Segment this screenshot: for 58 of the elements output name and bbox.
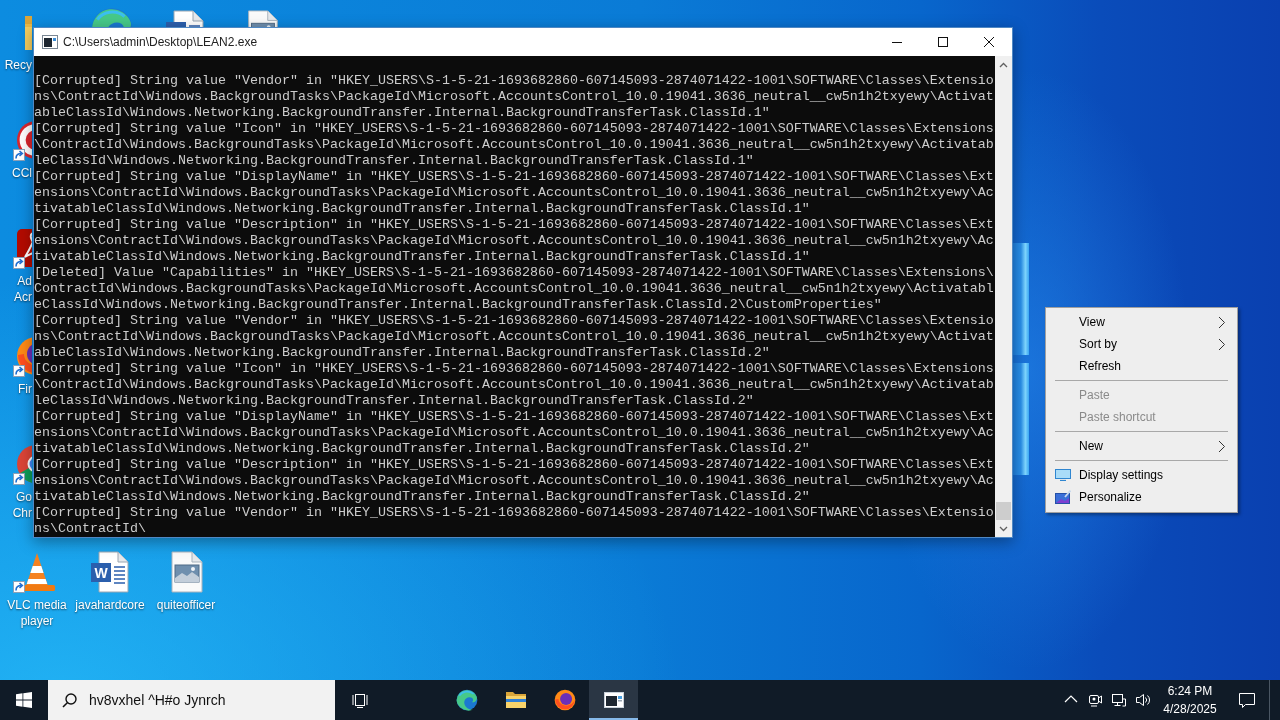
monitor-icon [1055,469,1071,481]
console-line: ableClassId\Windows.Networking.BackgroundTransfer.Internal.BackgroundTransferTask.ClassId.2" [34,345,771,361]
menu-item[interactable]: Display settings [1046,464,1237,486]
console-line: tivatableClassId\Windows.Networking.BackgroundTransfer.Internal.BackgroundTransferTask.ClassId.2" [34,489,811,505]
desktop-shortcut[interactable]: W javahardcore [75,550,145,613]
console-line: [Corrupted] String value "Vendor" in "HKEY_USERS\S-1-5-21-1693682860-607145093-2874071422-1001\SOFTWARE\Classes\Extensio [34,505,995,521]
console-line: tivatableClassId\Windows.Networking.BackgroundTransfer.Internal.BackgroundTransferTask.ClassId.1" [34,201,811,217]
console-line: [Corrupted] String value "Description" in "HKEY_USERS\S-1-5-21-1693682860-607145093-2874071422-1001\SOFTWARE\Classes\Ext [34,457,995,473]
clock-button[interactable]: 6:24 PM 4/28/2025 [1155,680,1225,720]
console-line: ContractId\Windows.BackgroundTasks\PackageId\Microsoft.AccountsControl_10.0.19041.3636_neutral__cw5n1h2txyewy\Activatabl [34,281,995,297]
menu-item[interactable]: View [1046,311,1237,333]
console-line: \ContractId\Windows.BackgroundTasks\PackageId\Microsoft.AccountsControl_10.0.19041.3636_neutral__cw5n1h2txyewy\Activatab [34,137,995,153]
console-line: [Corrupted] String value "Vendor" in "HKEY_USERS\S-1-5-21-1693682860-607145093-2874071422-1001\SOFTWARE\Classes\Extensio [34,313,995,329]
maximize-icon [938,37,948,47]
console-line: [Corrupted] String value "Vendor" in "HKEY_USERS\S-1-5-21-1693682860-607145093-2874071422-1001\SOFTWARE\Classes\Extensio [34,73,995,89]
close-icon [984,37,994,47]
console-line: \ContractId\Windows.BackgroundTasks\PackageId\Microsoft.AccountsControl_10.0.19041.3636_neutral__cw5n1h2txyewy\Activatab [34,377,995,393]
menu-item[interactable]: New [1046,435,1237,457]
task-view-icon [352,692,368,708]
menu-item[interactable]: Refresh [1046,355,1237,377]
console-line: tivatableClassId\Windows.Networking.BackgroundTransfer.Internal.BackgroundTransferTask.ClassId.1" [34,249,811,265]
scroll-thumb[interactable] [996,502,1011,520]
console-line: [Deleted] Value "Capabilities" in "HKEY_USERS\S-1-5-21-1693682860-607145093-2874071422-1001\SOFTWARE\Classes\Extensions\ [34,265,995,281]
console-line: eClassId\Windows.Networking.BackgroundTransfer.Internal.BackgroundTransferTask.ClassId.2\CustomProperties" [34,297,883,313]
window-title: C:\Users\admin\Desktop\LEAN2.exe [63,35,258,49]
menu-item[interactable]: Sort by [1046,333,1237,355]
console-line: ns\ContractId\ [34,521,147,537]
notification-icon [1238,691,1256,709]
console-line: ensions\ContractId\Windows.BackgroundTasks\PackageId\Microsoft.AccountsControl_10.0.19041.3636_neutral__cw5n1h2txyewy\Ac [34,473,995,489]
console-line: ns\ContractId\Windows.BackgroundTasks\PackageId\Microsoft.AccountsControl_10.0.19041.3636_neutral__cw5n1h2txyewy\Activat [34,89,995,105]
picture-brush-icon [1055,490,1071,504]
console-line: ableClassId\Windows.Networking.BackgroundTransfer.Internal.BackgroundTransferTask.ClassId.1" [34,105,771,121]
console-line: tivatableClassId\Windows.Networking.BackgroundTransfer.Internal.BackgroundTransferTask.ClassId.2" [34,441,811,457]
browser-icon [454,688,479,712]
windows-logo-icon [16,692,32,708]
menu-item[interactable]: Personalize [1046,486,1237,508]
search-icon [62,692,77,708]
console-line: leClassId\Windows.Networking.BackgroundTransfer.Internal.BackgroundTransferTask.ClassId.1" [34,153,755,169]
console-line: leClassId\Windows.Networking.BackgroundTransfer.Internal.BackgroundTransferTask.ClassId.2" [34,393,755,409]
scrollbar[interactable] [995,56,1012,537]
console-line: [Corrupted] String value "Icon" in "HKEY_USERS\S-1-5-21-1693682860-607145093-2874071422-1001\SOFTWARE\Classes\Extensions [34,121,995,137]
console-line: ensions\ContractId\Windows.BackgroundTasks\PackageId\Microsoft.AccountsControl_10.0.19041.3636_neutral__cw5n1h2txyewy\Ac [34,233,995,249]
console-line: [Corrupted] String value "DisplayName" in "HKEY_USERS\S-1-5-21-1693682860-607145093-2874071422-1001\SOFTWARE\Classes\Ext [34,169,995,185]
browser-icon [552,688,577,712]
console-line: [Corrupted] String value "Icon" in "HKEY_USERS\S-1-5-21-1693682860-607145093-2874071422-1001\SOFTWARE\Classes\Extensions [34,361,995,377]
speaker-icon [1135,692,1151,708]
console-line: [Corrupted] String value "Description" in "HKEY_USERS\S-1-5-21-1693682860-607145093-2874071422-1001\SOFTWARE\Classes\Ext [34,217,995,233]
console-line: ensions\ContractId\Windows.BackgroundTasks\PackageId\Microsoft.AccountsControl_10.0.19041.3636_neutral__cw5n1h2txyewy\Ac [34,185,995,201]
video-call-icon [1087,692,1103,708]
search-field[interactable]: hv8vxhel ^H#o Jynrch [48,680,335,720]
chevron-up-icon [999,61,1008,68]
console-line: ensions\ContractId\Windows.BackgroundTasks\PackageId\Microsoft.AccountsControl_10.0.19041.3636_neutral__cw5n1h2txyewy\Ac [34,425,995,441]
window-icon [42,35,58,49]
network-icon [1111,692,1127,708]
chevron-down-icon [999,525,1008,532]
taskbar-button[interactable] [589,680,638,720]
console-line: [Corrupted] String value "DisplayName" in "HKEY_USERS\S-1-5-21-1693682860-607145093-2874071422-1001\SOFTWARE\Classes\Ext [34,409,995,425]
console-line: ns\ContractId\Windows.BackgroundTasks\PackageId\Microsoft.AccountsControl_10.0.19041.3636_neutral__cw5n1h2txyewy\Activat [34,329,995,345]
